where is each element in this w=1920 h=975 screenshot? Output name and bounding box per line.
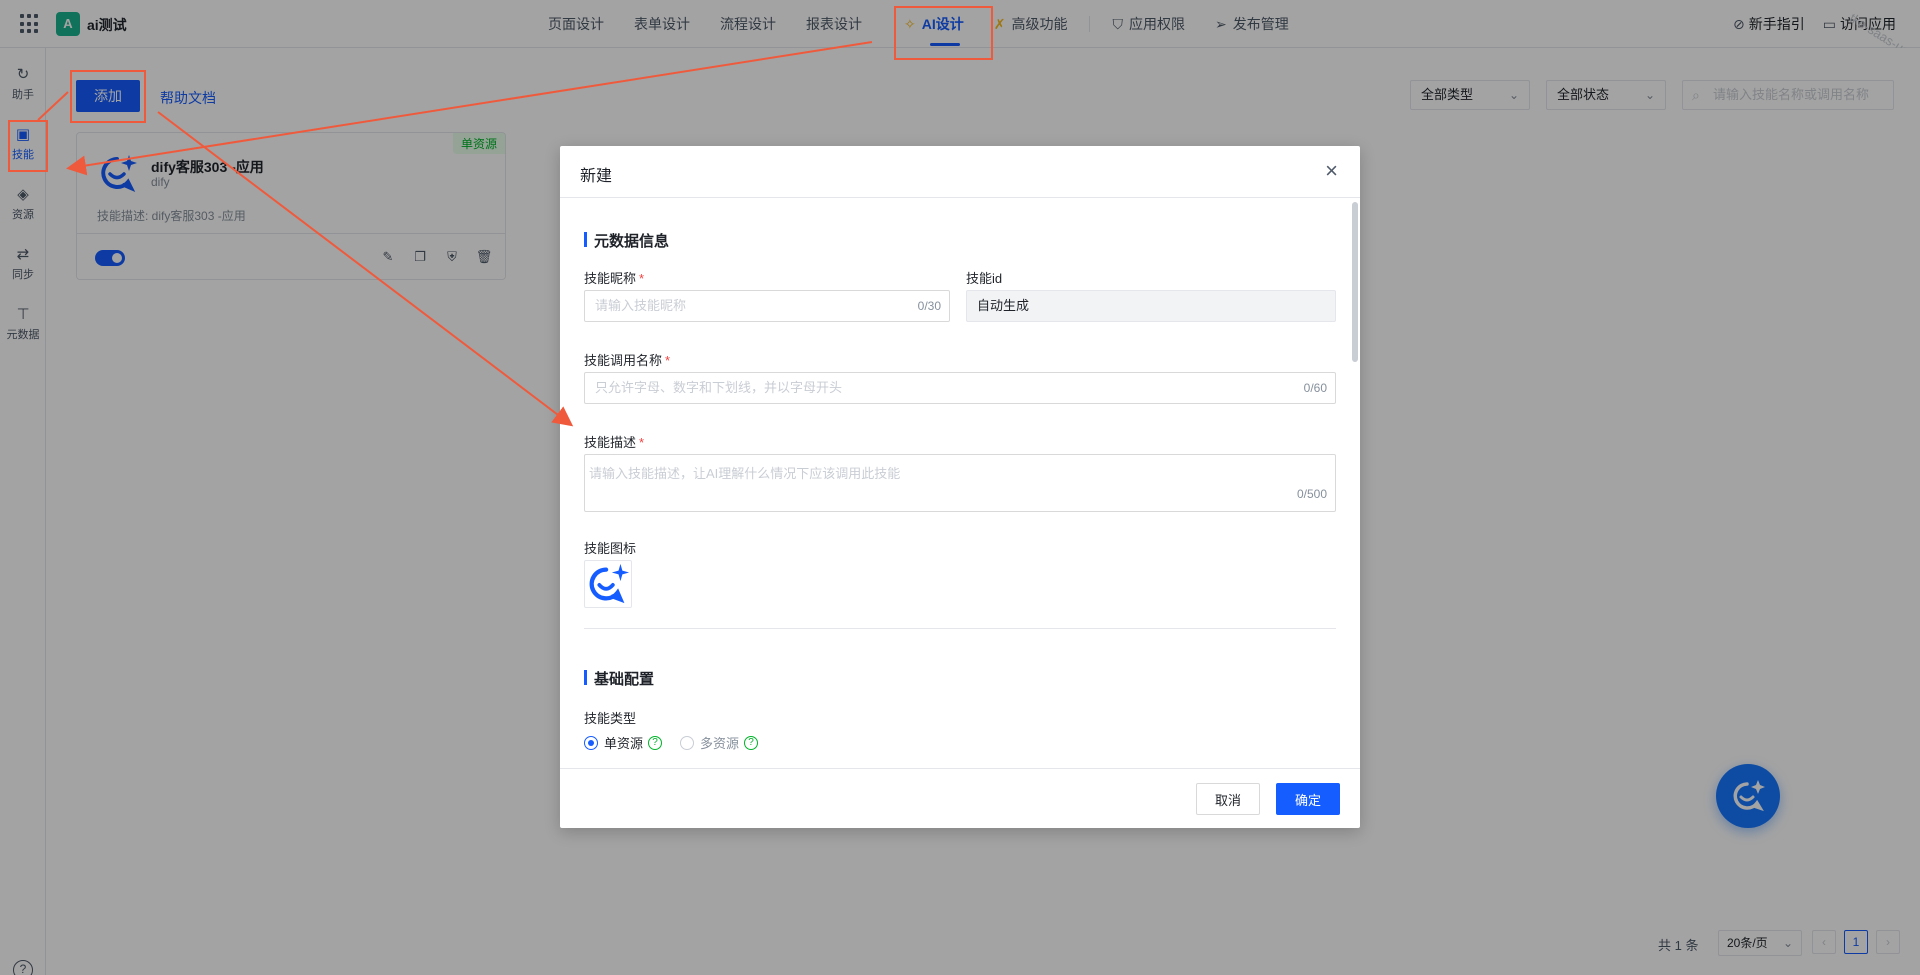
section-metadata-title: 元数据信息 [584, 230, 669, 251]
skill-icon-picker[interactable] [584, 560, 632, 608]
skill-id-input: 自动生成 [966, 290, 1336, 322]
help-circle-icon[interactable]: ? [744, 735, 759, 750]
description-label: 技能描述 * [584, 432, 644, 451]
label-text: 技能描述 [584, 435, 637, 450]
annotation-highlight-add [70, 70, 146, 123]
required-mark: * [639, 271, 645, 286]
dialog-title: 新建 [580, 168, 613, 185]
help-circle-icon[interactable]: ? [648, 735, 663, 750]
label-text: 技能昵称 [584, 271, 637, 286]
annotation-highlight-ai-tab [894, 6, 993, 60]
radio-label[interactable]: 多资源 [700, 733, 739, 752]
input-placeholder: 请输入技能昵称 [595, 298, 687, 313]
textarea-placeholder: 请输入技能描述，让AI理解什么情况下应该调用此技能 [589, 466, 901, 481]
close-icon[interactable]: × [1325, 158, 1338, 184]
dialog-footer: 取消 确定 [560, 768, 1360, 828]
char-counter: 0/500 [1296, 487, 1327, 501]
chat-smile-icon [589, 563, 630, 604]
dialog-body: 元数据信息 技能昵称 * 请输入技能昵称 0/30 技能id 自动生成 技能调用名… [560, 198, 1360, 768]
section-basic-title: 基础配置 [584, 668, 654, 689]
radio-label[interactable]: 单资源 [604, 733, 643, 752]
dialog-header: 新建 × [560, 146, 1360, 198]
char-counter: 0/60 [1303, 381, 1327, 395]
scrollbar[interactable] [1352, 202, 1358, 362]
radio-multi-resource[interactable] [680, 735, 695, 750]
input-placeholder: 只允许字母、数字和下划线，并以字母开头 [595, 380, 843, 395]
skill-id-label: 技能id [966, 271, 1003, 286]
skill-nickname-label: 技能昵称 * [584, 268, 644, 287]
skill-nickname-input[interactable]: 请输入技能昵称 0/30 [584, 290, 950, 322]
new-skill-dialog: 新建 × 元数据信息 技能昵称 * 请输入技能昵称 0/30 技能id 自动生成 … [560, 146, 1360, 828]
skill-icon-label: 技能图标 [584, 541, 637, 556]
label-text: 技能调用名称 [584, 353, 663, 368]
section-divider [584, 628, 1336, 629]
description-textarea[interactable]: 请输入技能描述，让AI理解什么情况下应该调用此技能 0/500 [584, 454, 1336, 512]
char-counter: 0/30 [917, 299, 941, 313]
skill-type-label: 技能类型 [584, 711, 637, 726]
skill-type-radio-group: 单资源 ? 多资源 ? [584, 733, 776, 752]
call-name-label: 技能调用名称 * [584, 350, 670, 369]
cancel-button[interactable]: 取消 [1196, 783, 1260, 815]
confirm-button[interactable]: 确定 [1276, 783, 1340, 815]
call-name-input[interactable]: 只允许字母、数字和下划线，并以字母开头 0/60 [584, 372, 1336, 404]
required-mark: * [639, 435, 645, 450]
annotation-highlight-skills [8, 120, 48, 172]
required-mark: * [665, 353, 671, 368]
radio-single-resource[interactable] [584, 735, 598, 750]
